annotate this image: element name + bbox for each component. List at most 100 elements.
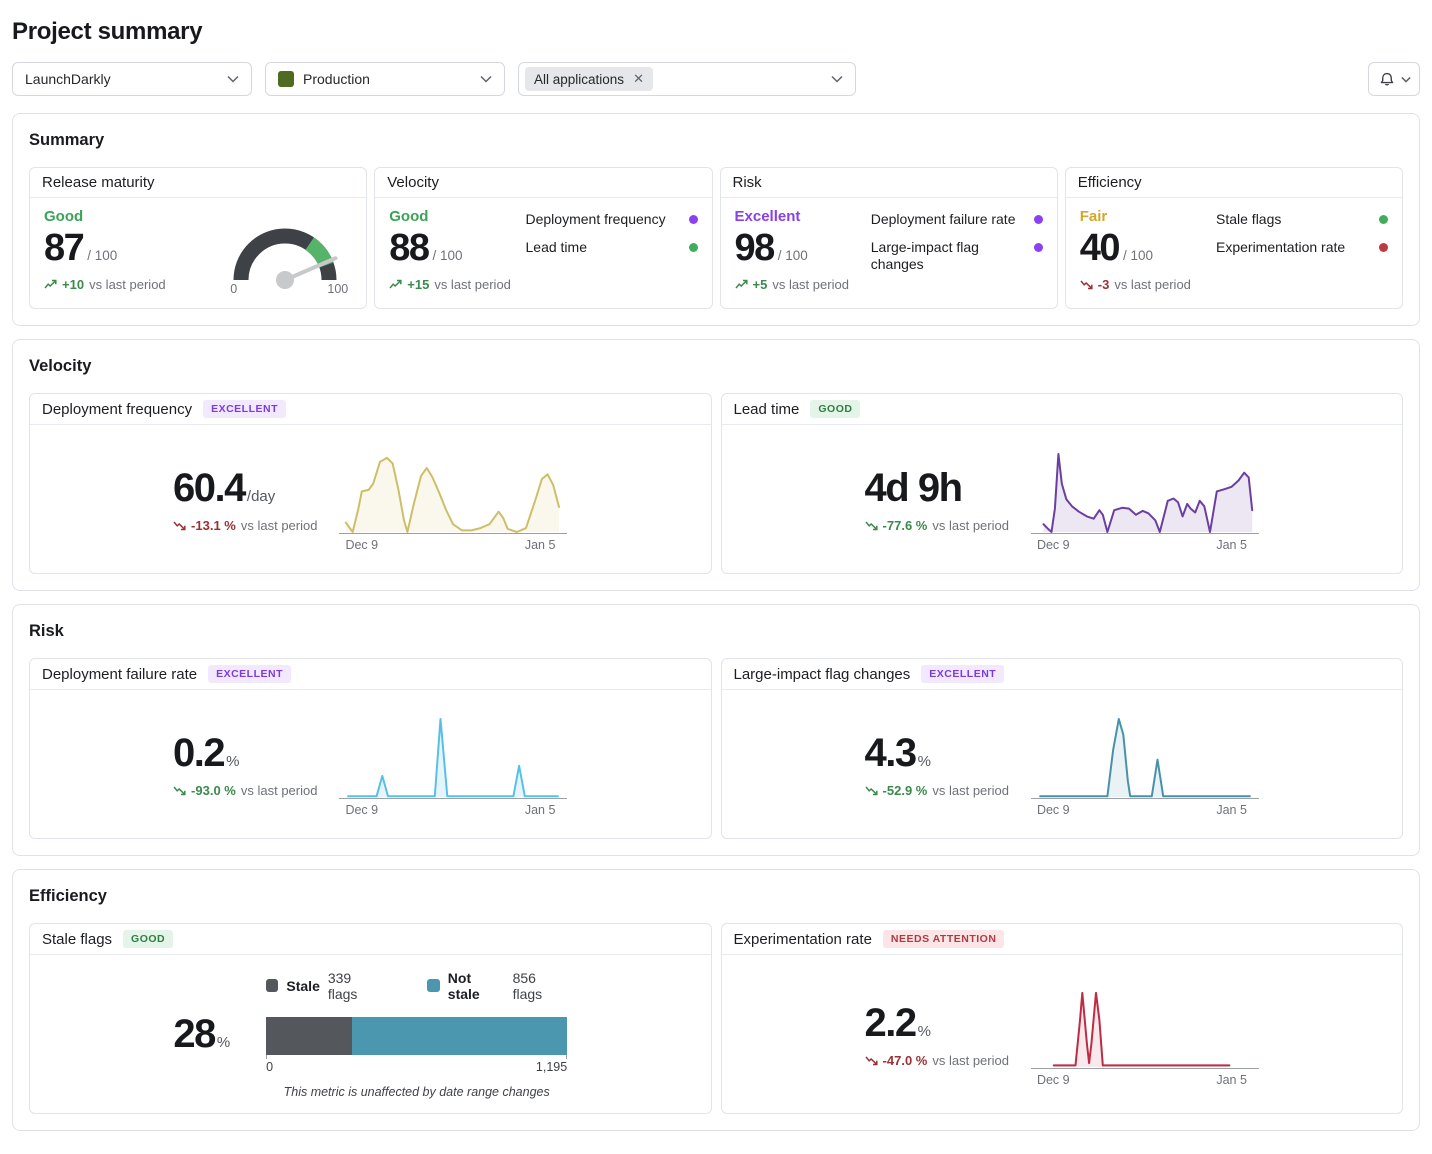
metric-status-dot	[1379, 243, 1388, 252]
metric-card-title: Stale flags	[42, 931, 112, 948]
gauge-max-label: 100	[327, 282, 348, 296]
summary-card-release-maturity: Release maturity Good 87/ 100 +10vs last…	[29, 167, 367, 309]
metric-card-deployment-frequency: Deployment frequency EXCELLENT 60.4/day …	[29, 393, 712, 574]
risk-heading: Risk	[29, 622, 1403, 641]
summary-card-velocity: Velocity Good 88/ 100 +15vs last period …	[374, 167, 712, 309]
score: 40/ 100	[1080, 227, 1191, 270]
metric-note: This metric is unaffected by date range …	[266, 1085, 567, 1099]
status-label: Excellent	[735, 208, 849, 225]
notifications-menu-button[interactable]	[1368, 62, 1420, 96]
metric-status-dot	[1379, 215, 1388, 224]
metric-status-dot	[689, 215, 698, 224]
project-select-value: LaunchDarkly	[25, 71, 111, 87]
summary-card-risk: Risk Excellent 98/ 100 +5vs last period …	[720, 167, 1058, 309]
x-axis-end-label: Jan 5	[525, 803, 556, 817]
trend-up-icon	[389, 279, 402, 290]
trend: +5vs last period	[735, 277, 849, 292]
deployment-frequency-chart: Dec 9 Jan 5	[339, 447, 567, 552]
metric-list: Deployment failure rate Large-impact fla…	[871, 208, 1043, 294]
status-label: Good	[44, 208, 166, 225]
trend: -3vs last period	[1080, 277, 1191, 292]
trend: -93.0 %vs last period	[173, 783, 317, 798]
x-axis-start-label: Dec 9	[345, 538, 378, 552]
x-axis-end-label: Jan 5	[1216, 803, 1247, 817]
environment-select[interactable]: Production	[265, 62, 505, 96]
project-summary-page: Project summary LaunchDarkly Production …	[0, 0, 1432, 1154]
metric-status-dot	[1034, 215, 1043, 224]
line-chart	[339, 447, 567, 535]
status-badge: EXCELLENT	[203, 400, 286, 418]
gauge-chart	[222, 214, 352, 290]
status-badge: EXCELLENT	[208, 665, 291, 683]
metric-card-title: Deployment failure rate	[42, 666, 197, 683]
status-label: Good	[389, 208, 511, 225]
summary-card-title: Release maturity	[30, 168, 366, 198]
environment-color-swatch	[278, 71, 294, 87]
metric-list: Deployment frequency Lead time	[526, 208, 698, 294]
close-icon[interactable]: ✕	[633, 71, 644, 87]
x-axis-start-label: Dec 9	[1037, 803, 1070, 817]
velocity-section: Velocity Deployment frequency EXCELLENT …	[12, 339, 1420, 591]
chevron-down-icon	[227, 75, 239, 83]
metric-card-title: Experimentation rate	[734, 931, 872, 948]
legend-swatch	[427, 979, 439, 992]
experimentation-rate-chart: Dec 9 Jan 5	[1031, 982, 1259, 1087]
metric-row: Deployment frequency	[526, 211, 698, 229]
metric-card-large-impact-flag-changes: Large-impact flag changes EXCELLENT 4.3%…	[721, 658, 1404, 839]
x-axis-start-label: Dec 9	[345, 803, 378, 817]
metric-card-lead-time: Lead time GOOD 4d 9h -77.6 %vs last peri…	[721, 393, 1404, 574]
bar-segment	[266, 1017, 351, 1055]
bar-axis-max: 1,195	[536, 1060, 567, 1074]
metric-row: Lead time	[526, 239, 698, 257]
x-axis-start-label: Dec 9	[1037, 538, 1070, 552]
x-axis-end-label: Jan 5	[525, 538, 556, 552]
deployment-failure-rate-chart: Dec 9 Jan 5	[339, 712, 567, 817]
metric-card-deployment-failure-rate: Deployment failure rate EXCELLENT 0.2% -…	[29, 658, 712, 839]
chevron-down-icon	[480, 75, 492, 83]
environment-select-value: Production	[303, 71, 370, 87]
status-badge: NEEDS ATTENTION	[883, 930, 1005, 948]
metric-card-title: Deployment frequency	[42, 401, 192, 418]
metric-list: Stale flags Experimentation rate	[1216, 208, 1388, 294]
stale-flags-bar-chart: Stale 339 flags Not stale 856 flags	[266, 970, 567, 1099]
metric-value: 28%	[173, 1012, 230, 1057]
trend-down-icon	[865, 1055, 878, 1066]
applications-select[interactable]: All applications ✕	[518, 62, 856, 96]
status-badge: GOOD	[123, 930, 173, 948]
x-axis-end-label: Jan 5	[1216, 1073, 1247, 1087]
metric-row: Experimentation rate	[1216, 239, 1388, 257]
trend-down-icon	[173, 520, 186, 531]
stacked-bar	[266, 1017, 567, 1055]
trend: +10vs last period	[44, 277, 166, 292]
trend-down-icon	[1080, 279, 1093, 290]
metric-card-experimentation-rate: Experimentation rate NEEDS ATTENTION 2.2…	[721, 923, 1404, 1114]
trend: -52.9 %vs last period	[865, 783, 1009, 798]
page-title: Project summary	[12, 18, 1420, 46]
summary-card-title: Efficiency	[1066, 168, 1402, 198]
filter-bar: LaunchDarkly Production All applications…	[12, 62, 1420, 96]
efficiency-section: Efficiency Stale flags GOOD 28% Stale 33…	[12, 869, 1420, 1131]
metric-value: 4d 9h	[865, 466, 1009, 511]
metric-card-stale-flags: Stale flags GOOD 28% Stale 339 flags	[29, 923, 712, 1114]
trend-down-icon	[865, 785, 878, 796]
efficiency-heading: Efficiency	[29, 887, 1403, 906]
applications-chip: All applications ✕	[525, 67, 653, 91]
x-axis-end-label: Jan 5	[1216, 538, 1247, 552]
legend-swatch	[266, 979, 278, 992]
applications-chip-label: All applications	[534, 72, 624, 87]
line-chart	[1031, 712, 1259, 800]
bell-icon	[1378, 71, 1396, 87]
line-chart	[1031, 447, 1259, 535]
status-badge: GOOD	[810, 400, 860, 418]
line-chart	[339, 712, 567, 800]
trend-up-icon	[735, 279, 748, 290]
large-impact-flag-changes-chart: Dec 9 Jan 5	[1031, 712, 1259, 817]
project-select[interactable]: LaunchDarkly	[12, 62, 252, 96]
legend: Stale 339 flags Not stale 856 flags	[266, 970, 567, 1002]
chevron-down-icon	[831, 75, 843, 83]
metric-row: Large-impact flag changes	[871, 239, 1043, 274]
score: 87/ 100	[44, 227, 166, 270]
metric-value: 0.2%	[173, 731, 317, 776]
trend-down-icon	[865, 520, 878, 531]
score: 88/ 100	[389, 227, 511, 270]
